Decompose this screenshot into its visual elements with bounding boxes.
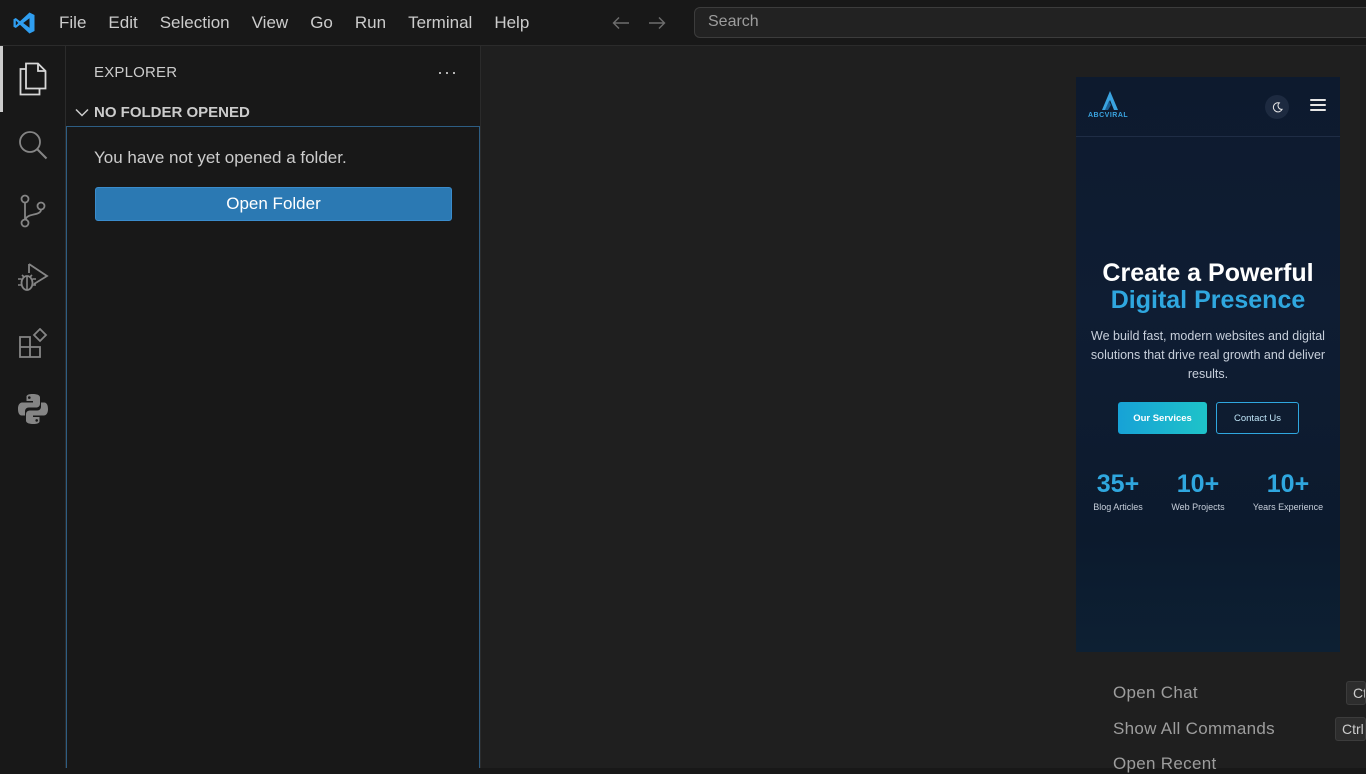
no-folder-section-header[interactable]: NO FOLDER OPENED	[66, 98, 480, 126]
website-preview: ABCVIRAL Create a Powerful Digital Prese…	[1076, 77, 1340, 652]
kbd-show-all-commands: Ctrl	[1335, 717, 1366, 741]
contact-us-button[interactable]: Contact Us	[1216, 402, 1299, 434]
preview-navbar: ABCVIRAL	[1076, 77, 1340, 137]
menu-view[interactable]: View	[241, 0, 300, 46]
stat-label: Years Experience	[1252, 502, 1324, 512]
menu-selection[interactable]: Selection	[149, 0, 241, 46]
hero-headline-1: Create a Powerful	[1102, 259, 1314, 287]
stat-blog-articles: 35+ Blog Articles	[1088, 470, 1148, 512]
back-arrow-icon[interactable]	[610, 12, 632, 34]
menu-go[interactable]: Go	[299, 0, 344, 46]
stat-number: 10+	[1266, 470, 1310, 498]
stat-years-experience: 10+ Years Experience	[1248, 470, 1328, 512]
brand-name: ABCVIRAL	[1088, 112, 1129, 119]
no-folder-section-body: You have not yet opened a folder. Open F…	[66, 126, 480, 768]
our-services-button[interactable]: Our Services	[1118, 402, 1207, 434]
search-icon[interactable]	[0, 112, 66, 178]
python-icon[interactable]	[0, 376, 66, 442]
stat-number: 10+	[1176, 470, 1220, 498]
more-actions-icon[interactable]: ···	[437, 62, 458, 83]
empty-folder-message: You have not yet opened a folder.	[94, 148, 347, 167]
source-control-icon[interactable]	[0, 178, 66, 244]
activity-bar	[0, 46, 66, 768]
hero-subtitle: We build fast, modern websites and digit…	[1090, 329, 1326, 381]
explorer-sidebar: EXPLORER ··· NO FOLDER OPENED You have n…	[66, 46, 481, 768]
title-bar: File Edit Selection View Go Run Terminal…	[0, 0, 1366, 46]
sidebar-title: EXPLORER	[94, 63, 178, 81]
menu-run[interactable]: Run	[344, 0, 397, 46]
menu-file[interactable]: File	[48, 0, 97, 46]
files-icon[interactable]	[0, 46, 66, 112]
extensions-icon[interactable]	[0, 310, 66, 376]
forward-arrow-icon[interactable]	[646, 12, 668, 34]
open-folder-button[interactable]: Open Folder	[95, 187, 452, 221]
menu-edit[interactable]: Edit	[97, 0, 148, 46]
hint-open-recent[interactable]: Open Recent	[1113, 754, 1216, 774]
moon-icon[interactable]	[1265, 95, 1289, 119]
menu-bar: File Edit Selection View Go Run Terminal…	[48, 0, 540, 46]
command-center-search[interactable]: Search	[694, 7, 1366, 38]
hamburger-menu-icon[interactable]	[1310, 99, 1326, 113]
kbd-open-chat: Ct	[1346, 681, 1366, 705]
menu-help[interactable]: Help	[483, 0, 540, 46]
stat-web-projects: 10+ Web Projects	[1166, 470, 1230, 512]
stat-label: Blog Articles	[1093, 502, 1143, 512]
menu-terminal[interactable]: Terminal	[397, 0, 483, 46]
hint-open-chat[interactable]: Open Chat	[1113, 683, 1198, 703]
chevron-down-icon	[72, 108, 92, 117]
section-title: NO FOLDER OPENED	[94, 103, 250, 121]
hint-show-all-commands[interactable]: Show All Commands	[1113, 719, 1275, 739]
stat-number: 35+	[1096, 470, 1140, 498]
run-debug-icon[interactable]	[0, 244, 66, 310]
stat-label: Web Projects	[1171, 502, 1225, 512]
vscode-logo-icon	[0, 0, 48, 46]
hero-headline-2: Digital Presence	[1110, 286, 1306, 314]
